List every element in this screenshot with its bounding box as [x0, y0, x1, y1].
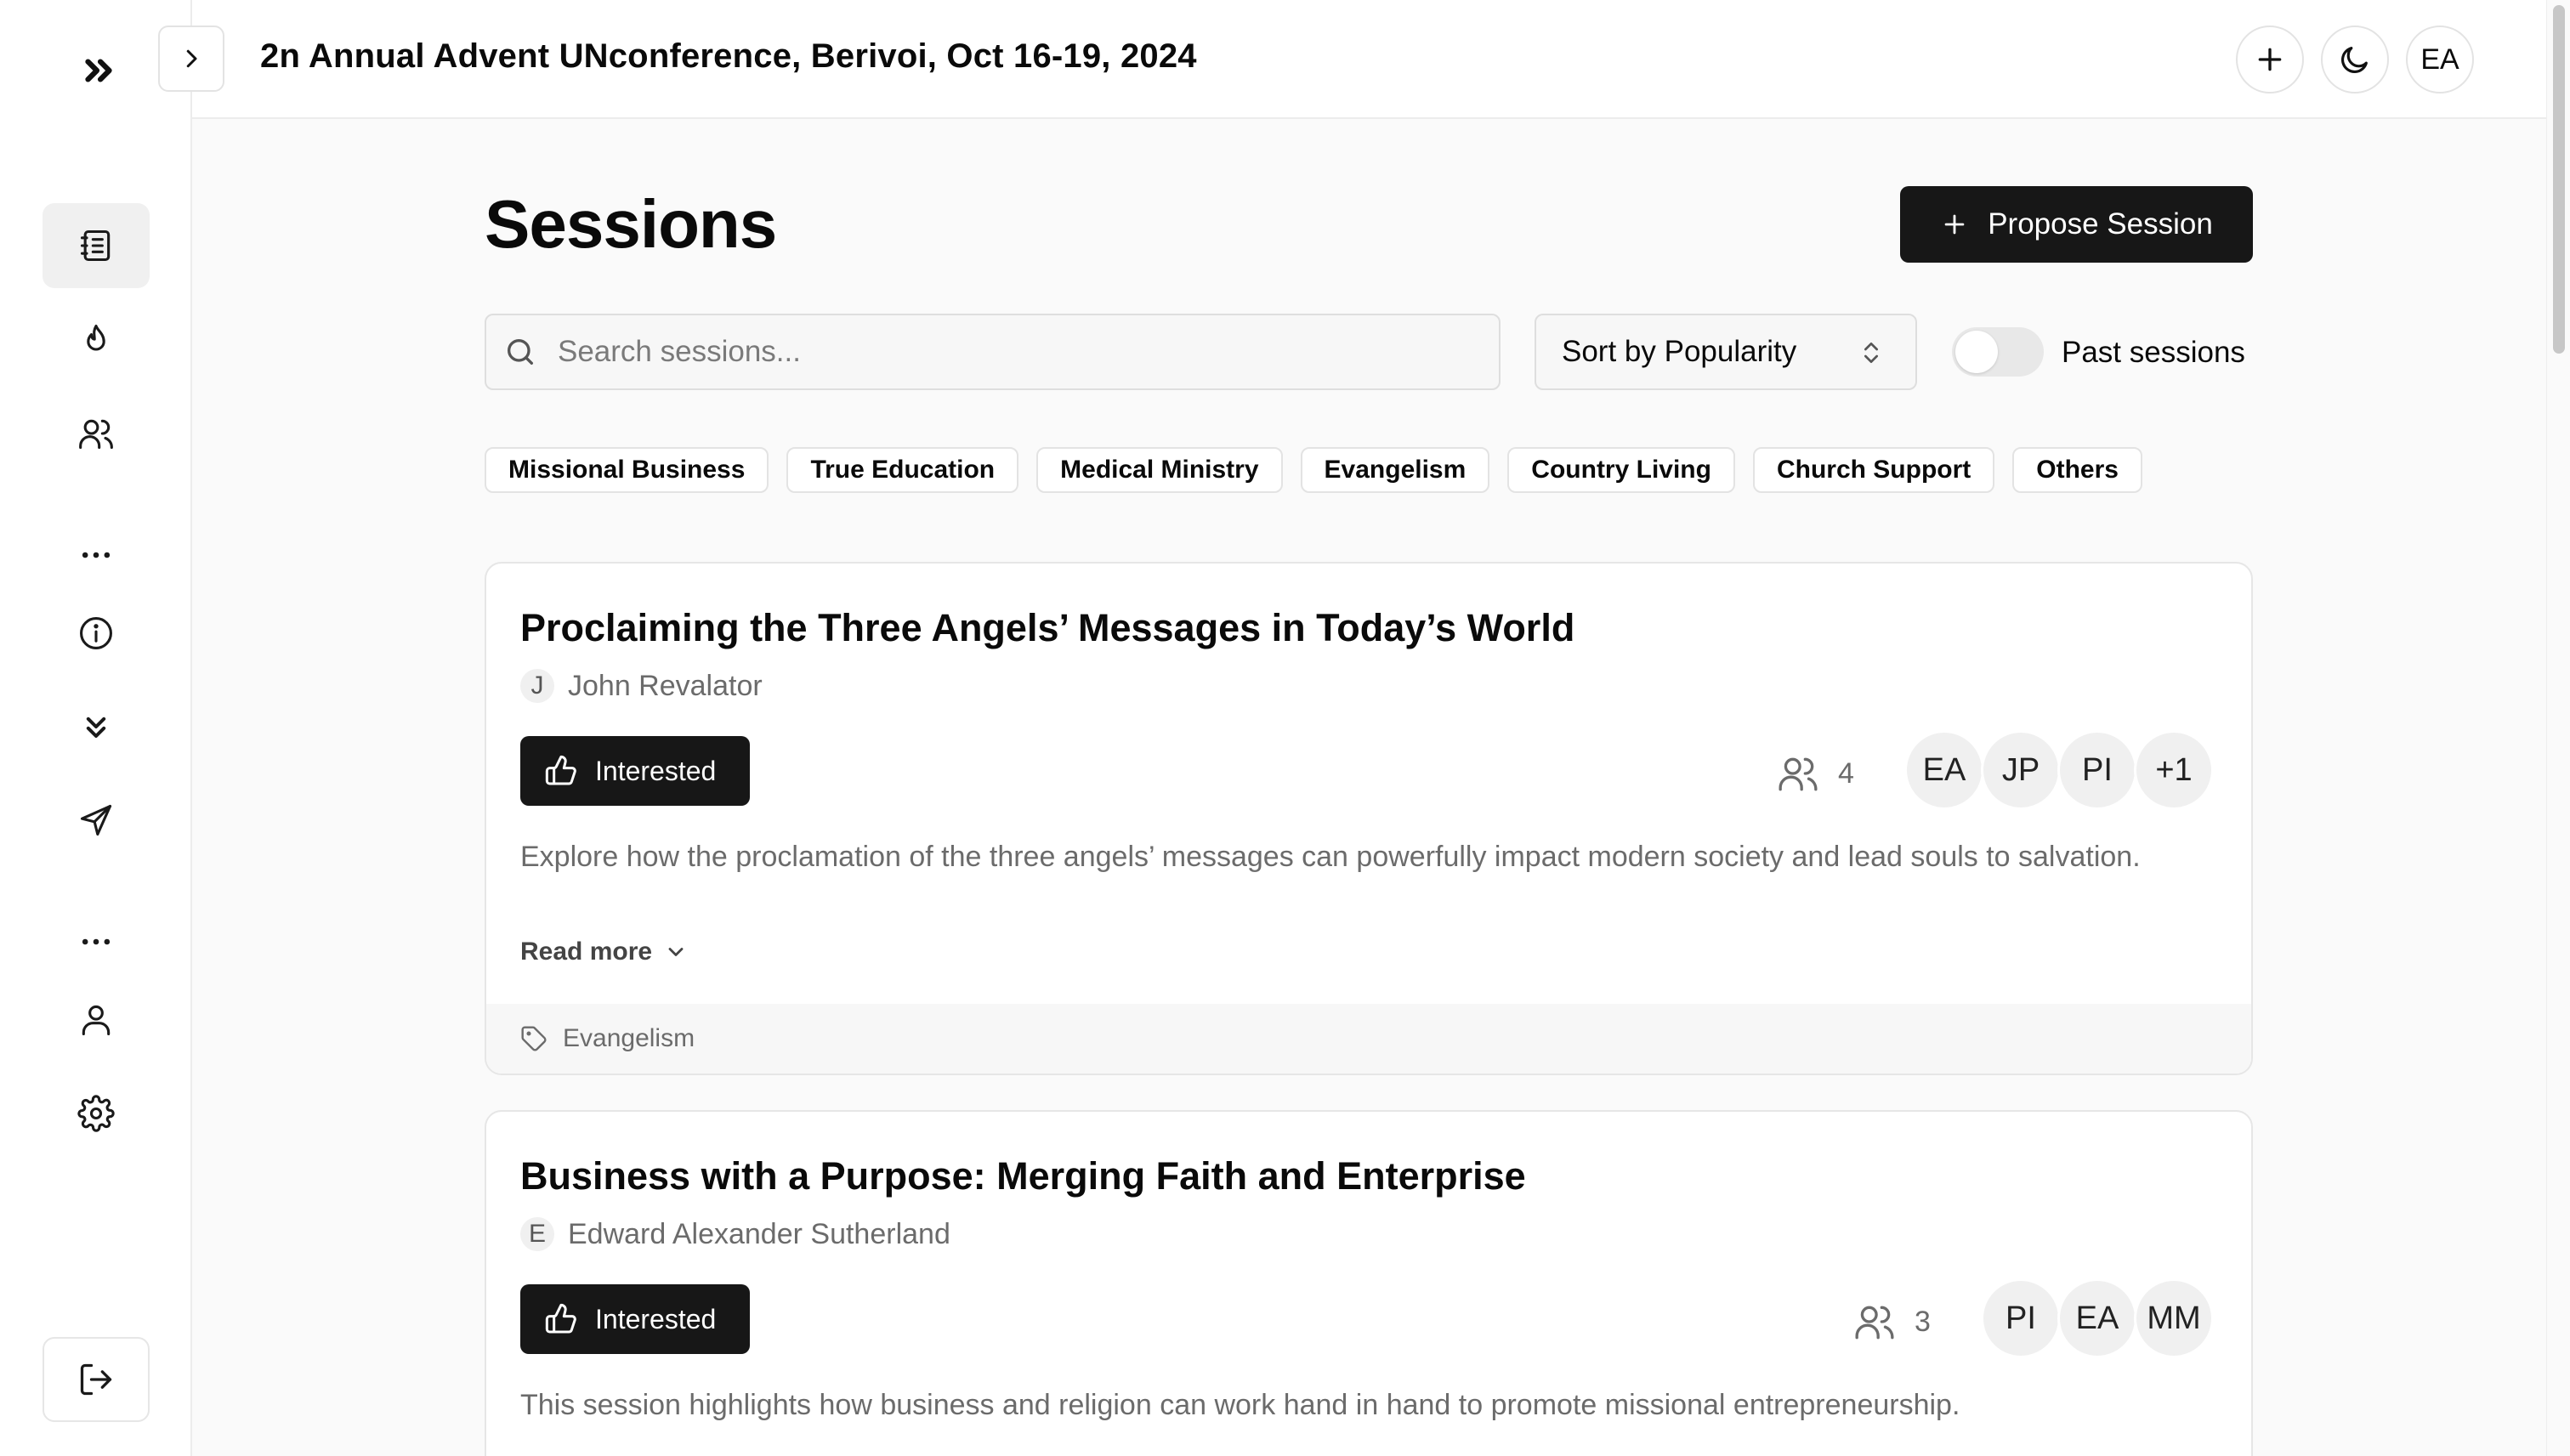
- more-horizontal-icon: [82, 552, 111, 558]
- category-filter-medical-ministry[interactable]: Medical Ministry: [1036, 447, 1283, 493]
- session-footer: Evangelism: [486, 1004, 2251, 1074]
- session-title[interactable]: Proclaiming the Three Angels’ Messages i…: [520, 606, 1574, 650]
- sidebar-more-2[interactable]: [43, 899, 150, 984]
- sidebar-item-send[interactable]: [43, 778, 150, 863]
- send-icon: [80, 804, 112, 836]
- author-avatar: J: [520, 669, 554, 703]
- category-filter-country-living[interactable]: Country Living: [1507, 447, 1735, 493]
- moon-icon: [2340, 47, 2368, 74]
- author-avatar: E: [520, 1217, 554, 1251]
- tag-icon: [521, 1026, 547, 1051]
- users-icon: [79, 419, 113, 450]
- sort-select[interactable]: Sort by Popularity: [1535, 314, 1917, 390]
- logout-button[interactable]: [43, 1337, 150, 1422]
- scrollbar-thumb[interactable]: [2553, 5, 2565, 354]
- users-icon: [1779, 757, 1818, 791]
- category-filter-true-education[interactable]: True Education: [786, 447, 1019, 493]
- sort-label: Sort by Popularity: [1562, 335, 1797, 368]
- page-scrollbar[interactable]: [2546, 0, 2570, 1456]
- logout-icon: [80, 1363, 112, 1396]
- thumbs-up-icon: [545, 755, 576, 785]
- sidebar-more-1[interactable]: [43, 513, 150, 598]
- session-author: J John Revalator: [520, 669, 763, 703]
- attendee-avatars: PI EA MM: [1981, 1278, 2214, 1358]
- chevron-down-icon: [668, 948, 684, 956]
- session-tag: Evangelism: [563, 1024, 695, 1052]
- chevrons-down-icon: [86, 717, 106, 739]
- interested-label: Interested: [595, 755, 717, 786]
- flame-icon: [87, 324, 105, 351]
- user-icon: [82, 1005, 111, 1036]
- toggle-knob: [1955, 331, 1998, 373]
- session-author: E Edward Alexander Sutherland: [520, 1217, 950, 1251]
- sidebar-item-popular[interactable]: [43, 297, 150, 382]
- avatar: MM: [2134, 1278, 2214, 1358]
- past-sessions-label: Past sessions: [2062, 336, 2245, 369]
- session-card: Proclaiming the Three Angels’ Messages i…: [485, 562, 2253, 1075]
- propose-session-label: Propose Session: [1988, 207, 2213, 241]
- session-description: Explore how the proclamation of the thre…: [520, 841, 2141, 873]
- propose-session-button[interactable]: Propose Session: [1900, 186, 2253, 263]
- sidebar-toggle-button[interactable]: [158, 25, 224, 92]
- author-name: John Revalator: [568, 669, 763, 702]
- author-name: Edward Alexander Sutherland: [568, 1217, 950, 1250]
- chevrons-up-down-icon: [1864, 343, 1878, 363]
- interest-count: 4: [1777, 752, 1854, 795]
- avatar: JP: [1981, 730, 2061, 810]
- interest-count-value: 4: [1838, 756, 1854, 790]
- category-filter-others[interactable]: Others: [2012, 447, 2142, 493]
- past-sessions-toggle[interactable]: [1952, 327, 2044, 377]
- top-header: 2n Annual Advent UNconference, Berivoi, …: [158, 0, 2546, 119]
- more-horizontal-icon: [82, 938, 111, 945]
- app-logo-chevrons-right-icon[interactable]: [68, 42, 129, 99]
- category-filters: Missional Business True Education Medica…: [485, 447, 2142, 493]
- avatar: EA: [2057, 1278, 2137, 1358]
- sidebar-item-info[interactable]: [43, 591, 150, 676]
- category-filter-missional-business[interactable]: Missional Business: [485, 447, 769, 493]
- read-more-label: Read more: [520, 938, 653, 966]
- attendee-avatars: EA JP PI +1: [1904, 730, 2214, 810]
- plus-icon: [2258, 48, 2282, 71]
- search-icon: [508, 339, 533, 365]
- event-title: 2n Annual Advent UNconference, Berivoi, …: [260, 37, 1197, 75]
- users-icon: [1855, 1306, 1894, 1340]
- session-card: Business with a Purpose: Merging Faith a…: [485, 1110, 2253, 1456]
- avatar: PI: [1981, 1278, 2061, 1358]
- thumbs-up-icon: [545, 1303, 576, 1334]
- sidebar-item-profile[interactable]: [43, 977, 150, 1062]
- plus-icon: [1944, 214, 1965, 235]
- interest-count: 3: [1853, 1300, 1931, 1343]
- interested-button[interactable]: Interested: [520, 736, 750, 806]
- interested-label: Interested: [595, 1303, 717, 1334]
- add-button[interactable]: [2236, 25, 2304, 93]
- sidebar-item-settings[interactable]: [43, 1071, 150, 1156]
- session-title[interactable]: Business with a Purpose: Merging Faith a…: [520, 1154, 1526, 1198]
- sidebar-item-expand[interactable]: [43, 684, 150, 769]
- settings-icon: [77, 1095, 115, 1132]
- avatar-overflow: +1: [2134, 730, 2214, 810]
- read-more-button[interactable]: Read more: [520, 938, 688, 966]
- chevron-right-icon: [186, 49, 197, 68]
- search-input[interactable]: [558, 335, 1408, 369]
- page-title: Sessions: [485, 186, 777, 262]
- session-description: This session highlights how business and…: [520, 1389, 1960, 1421]
- category-filter-evangelism[interactable]: Evangelism: [1300, 447, 1490, 493]
- sidebar: [0, 0, 192, 1456]
- notebook-icon: [80, 229, 111, 262]
- search-box[interactable]: [485, 314, 1501, 390]
- avatar: PI: [2057, 730, 2137, 810]
- category-filter-church-support[interactable]: Church Support: [1752, 447, 1995, 493]
- interested-button[interactable]: Interested: [520, 1284, 750, 1354]
- info-icon: [80, 617, 112, 649]
- user-avatar-button[interactable]: EA: [2406, 25, 2474, 93]
- avatar: EA: [1904, 730, 1984, 810]
- sidebar-item-sessions[interactable]: [43, 203, 150, 288]
- interest-count-value: 3: [1915, 1305, 1931, 1338]
- sidebar-item-people[interactable]: [43, 391, 150, 476]
- theme-toggle-button[interactable]: [2321, 25, 2389, 93]
